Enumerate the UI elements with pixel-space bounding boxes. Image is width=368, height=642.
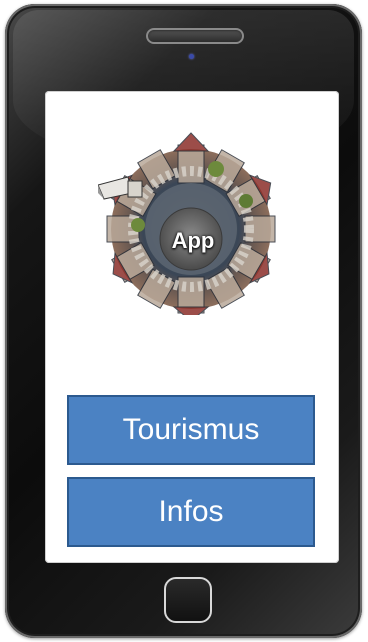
tourismus-button[interactable]: Tourismus <box>67 395 315 465</box>
home-button-icon[interactable] <box>164 577 212 623</box>
little-planet-town-icon <box>98 132 276 315</box>
earpiece-speaker <box>146 28 244 44</box>
app-logo-label: App <box>171 228 215 253</box>
front-camera-icon <box>189 54 194 59</box>
infos-button[interactable]: Infos <box>67 477 315 547</box>
